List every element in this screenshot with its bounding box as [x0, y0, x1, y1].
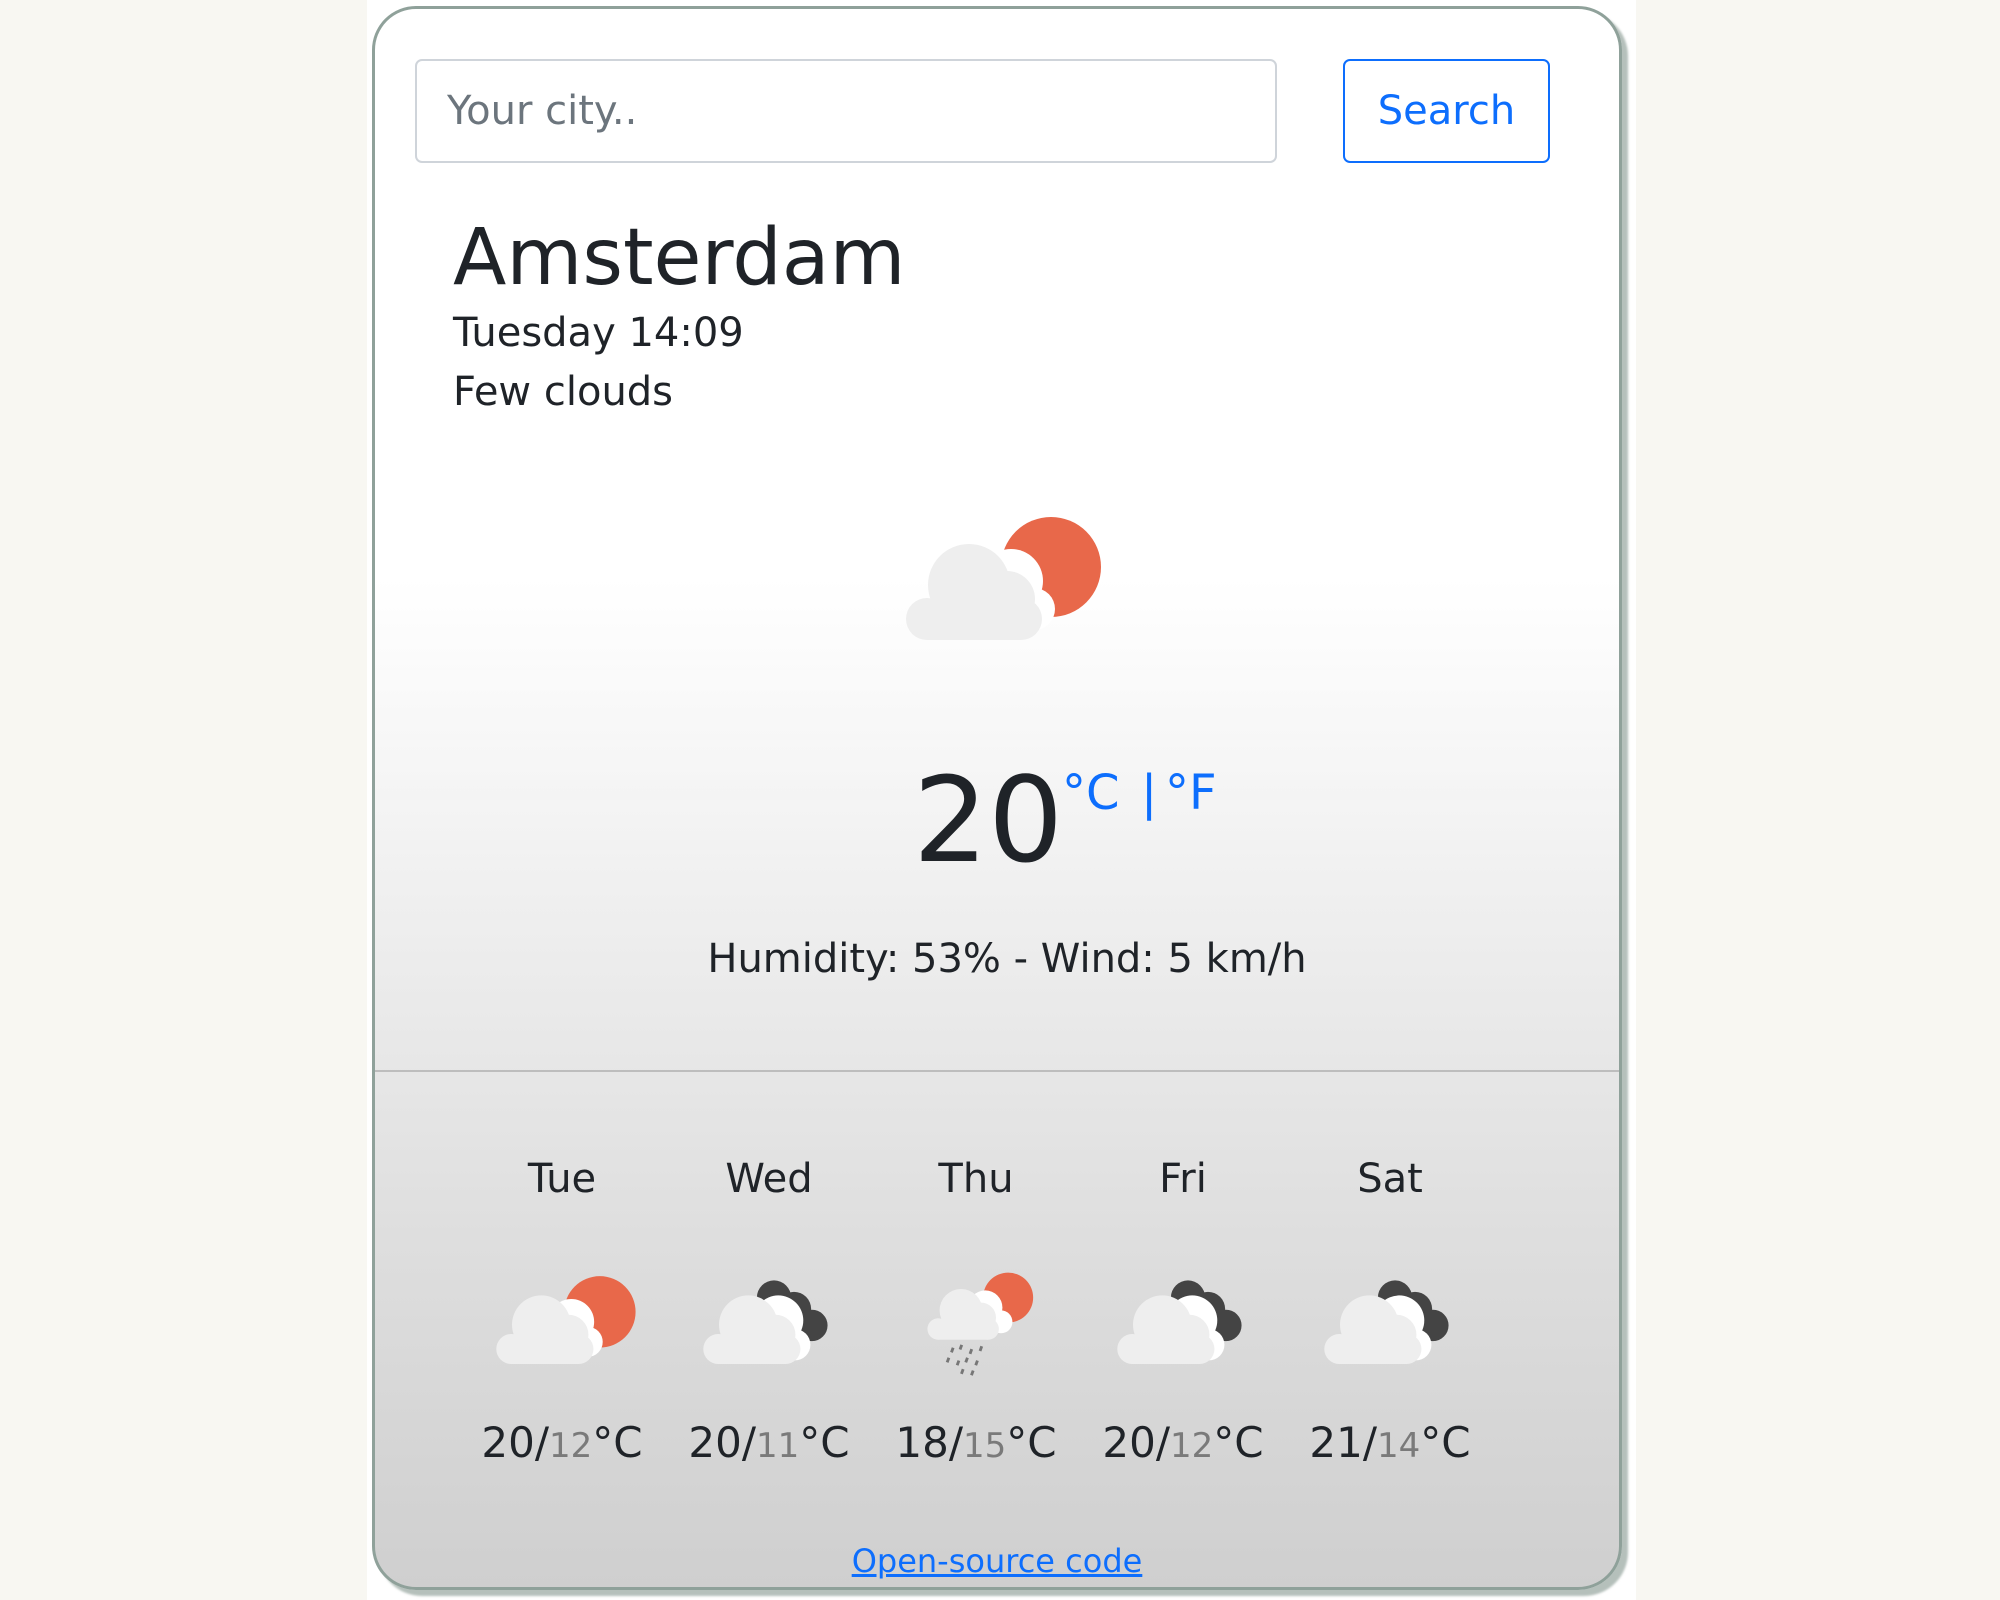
forecast-high: 18 [895, 1418, 949, 1467]
forecast-day-name: Tue [527, 1156, 597, 1202]
weather-card: Search Amsterdam Tuesday 14:09 Few cloud… [372, 6, 1622, 1590]
city-name: Amsterdam [453, 213, 906, 303]
forecast-low: 15 [963, 1426, 1007, 1466]
unit-separator: | [1141, 765, 1158, 821]
open-source-link[interactable]: Open-source code [375, 1545, 1619, 1577]
rain-day-icon [901, 1269, 1051, 1383]
current-datetime: Tuesday 14:09 [453, 310, 744, 356]
forecast-low: 12 [1170, 1426, 1214, 1466]
forecast-high: 20 [1102, 1418, 1156, 1467]
few-clouds-day-icon [893, 509, 1103, 663]
forecast-high: 20 [481, 1418, 535, 1467]
forecast-day-name: Fri [1159, 1156, 1207, 1202]
broken-clouds-icon [694, 1269, 844, 1383]
broken-clouds-icon [1108, 1269, 1258, 1383]
weather-details: Humidity: 53% - Wind: 5 km/h [707, 936, 1307, 982]
forecast-high: 21 [1309, 1418, 1363, 1467]
current-temperature: 20 °C | °F [913, 761, 1253, 891]
forecast-temperature: 21/14°C [1309, 1418, 1471, 1467]
city-search-input[interactable] [415, 59, 1277, 163]
forecast-low: 12 [549, 1426, 593, 1466]
forecast-unit: °C [592, 1418, 643, 1467]
celsius-toggle[interactable]: °C [1062, 769, 1120, 817]
few-clouds-day-icon [487, 1269, 637, 1383]
forecast-temperature: 20/12°C [481, 1418, 643, 1467]
forecast-low: 11 [756, 1426, 800, 1466]
search-button[interactable]: Search [1343, 59, 1550, 163]
forecast-temperature: 20/12°C [1102, 1418, 1264, 1467]
broken-clouds-icon [1315, 1269, 1465, 1383]
temperature-value: 20 [913, 751, 1064, 889]
forecast-unit: °C [799, 1418, 850, 1467]
forecast-unit: °C [1006, 1418, 1057, 1467]
forecast-divider [375, 1070, 1619, 1072]
weather-description: Few clouds [453, 369, 674, 415]
forecast-day-name: Wed [725, 1156, 813, 1202]
forecast-unit: °C [1213, 1418, 1264, 1467]
forecast-low: 14 [1377, 1426, 1421, 1466]
forecast-day-name: Thu [938, 1156, 1014, 1202]
forecast-unit: °C [1420, 1418, 1471, 1467]
forecast-temperature: 20/11°C [688, 1418, 850, 1467]
forecast-day-name: Sat [1357, 1156, 1423, 1202]
forecast-high: 20 [688, 1418, 742, 1467]
forecast-temperature: 18/15°C [895, 1418, 1057, 1467]
fahrenheit-toggle[interactable]: °F [1165, 769, 1217, 817]
